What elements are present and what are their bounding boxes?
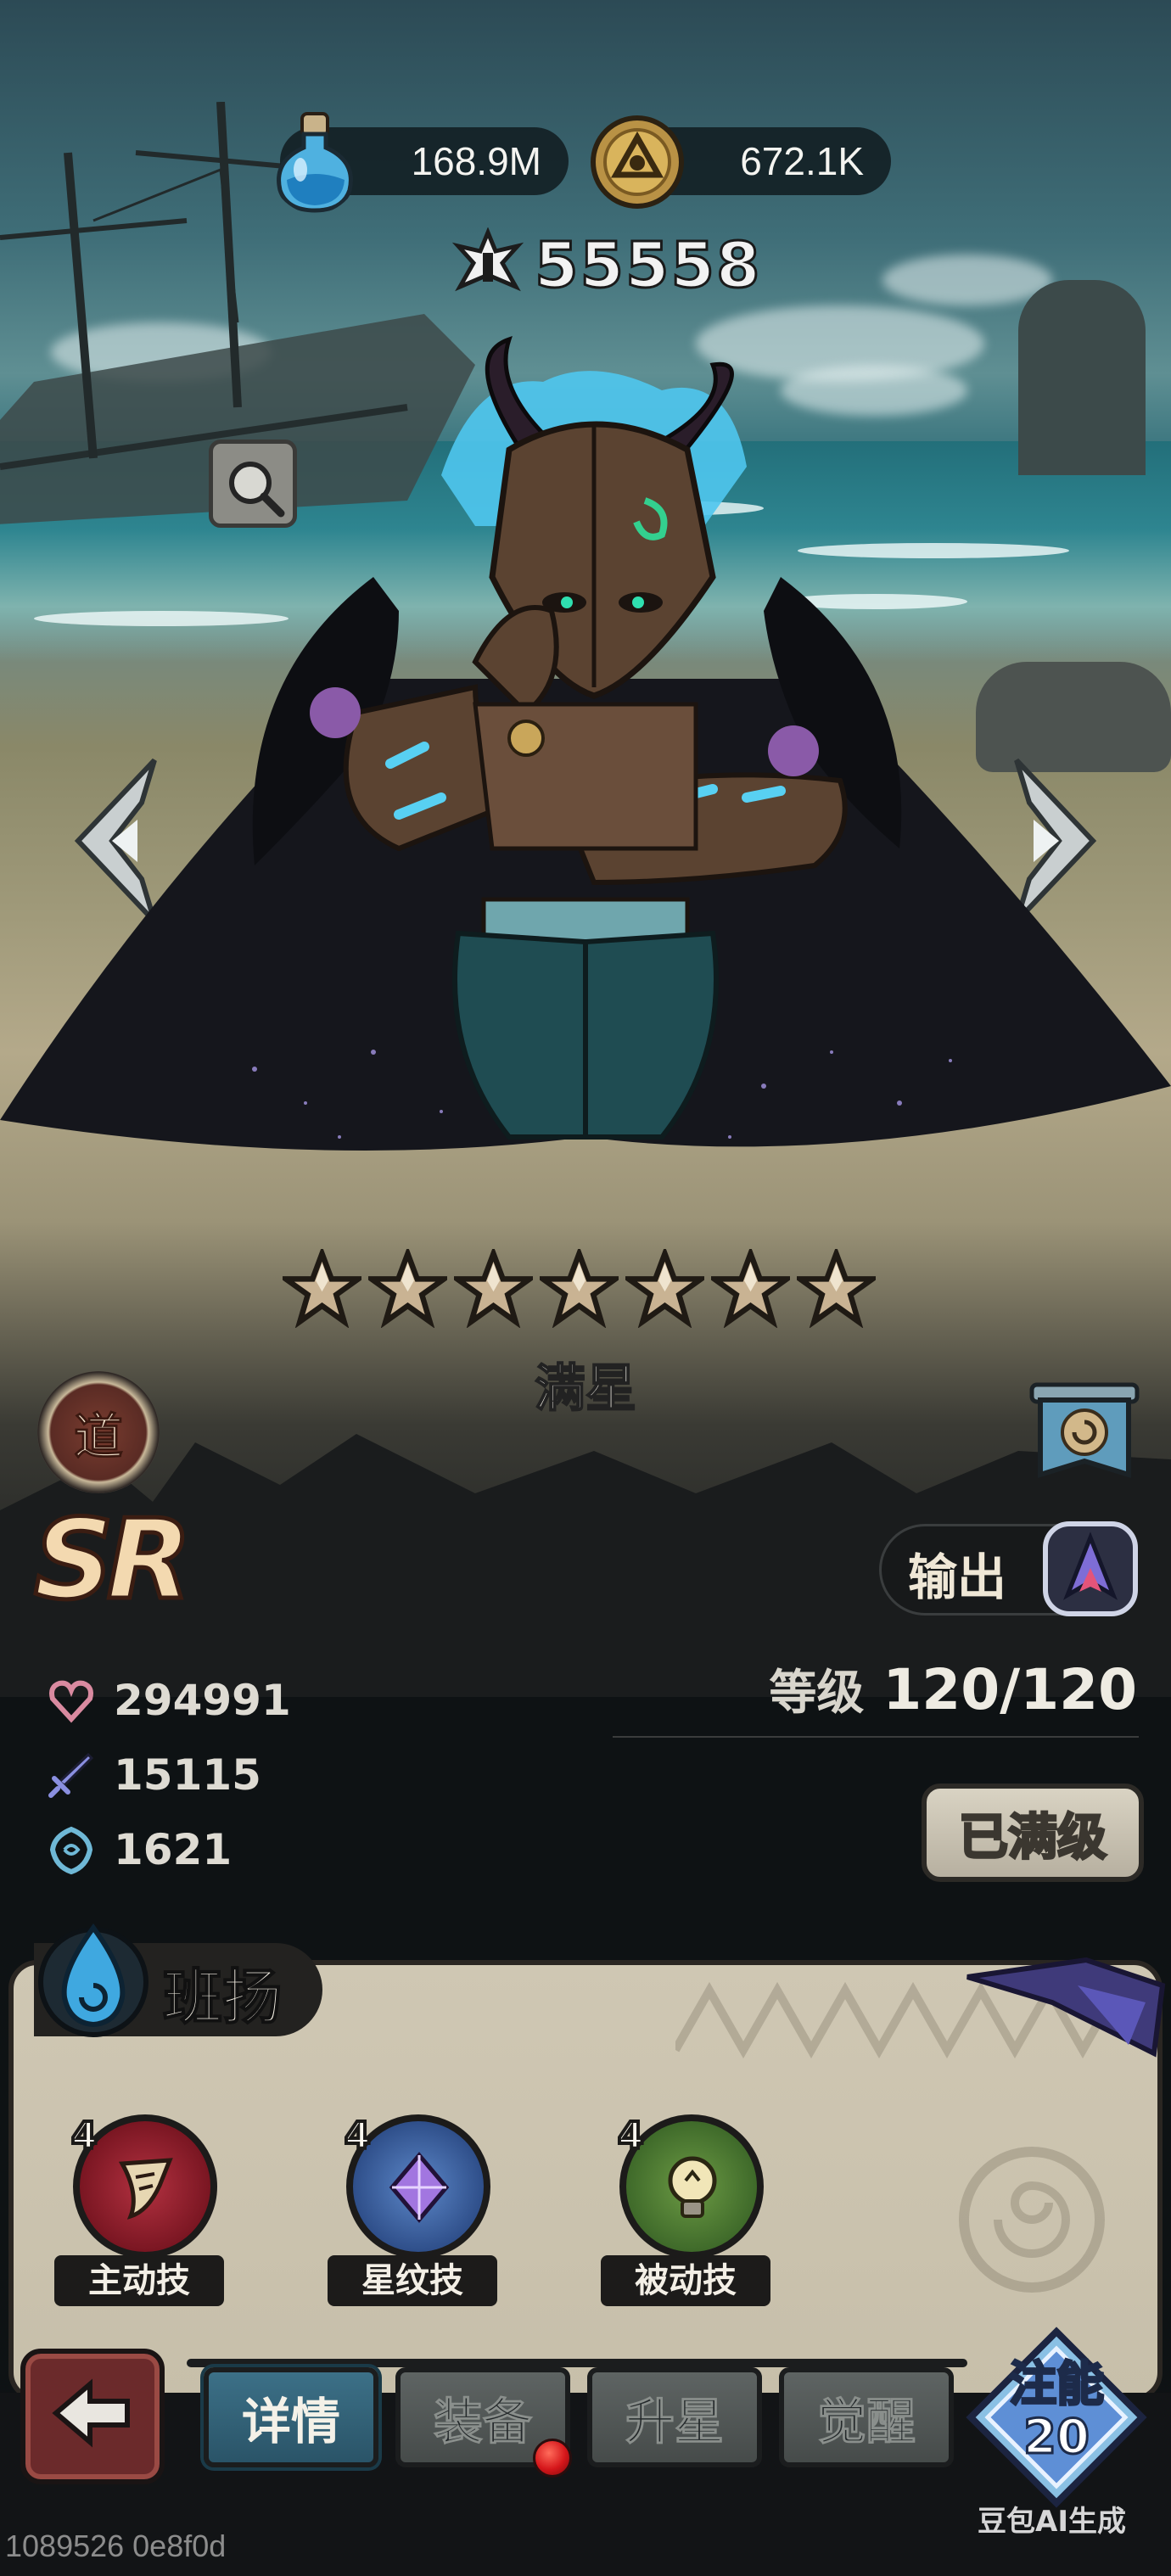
hp-value: 294991 xyxy=(114,1676,291,1725)
back-button[interactable] xyxy=(20,2349,165,2484)
gold-coin-icon xyxy=(591,115,684,209)
crystal-corner-ornament xyxy=(966,1957,1166,2058)
infuse-count: 20 xyxy=(1023,2410,1091,2465)
path-badge[interactable]: 道 xyxy=(37,1371,160,1493)
tab-details[interactable]: 详情 xyxy=(204,2367,378,2467)
tab-rail xyxy=(187,2359,967,2367)
stats-divider xyxy=(613,1736,1139,1738)
skill-passive[interactable]: 4 被动技 xyxy=(594,2113,772,2310)
coin-value: 672.1K xyxy=(740,139,864,183)
role-label: 输出 xyxy=(908,1548,1007,1606)
swirl-emblem xyxy=(959,2147,1105,2293)
faction-name: 班扬 xyxy=(162,1962,283,2033)
claw-icon xyxy=(118,2158,173,2220)
blue-potion-icon xyxy=(277,112,353,213)
skill-starmark[interactable]: 4 星纹技 xyxy=(321,2113,499,2310)
power-value: 55558 xyxy=(533,228,762,304)
star-icon xyxy=(454,1249,533,1328)
lightbulb-icon xyxy=(668,2156,717,2218)
hero-level: 等级 120/120 xyxy=(769,1655,1137,1723)
faction-banner-icon[interactable] xyxy=(1028,1380,1140,1490)
skill-active-label: 主动技 xyxy=(54,2255,224,2306)
build-id-text: 1089526 0e8f0d xyxy=(5,2528,227,2563)
skill-active[interactable]: 4 主动技 xyxy=(48,2113,226,2310)
star-icon xyxy=(711,1249,790,1328)
power-icon xyxy=(451,227,524,292)
damage-role-icon xyxy=(1043,1521,1138,1616)
infuse-label: 注能 20 xyxy=(976,2357,1137,2465)
defense-value: 1621 xyxy=(114,1825,233,1874)
skill-passive-level: 4 xyxy=(616,2113,646,2159)
water-drop-icon xyxy=(38,1923,148,2037)
path-badge-text: 道 xyxy=(73,1408,123,1466)
attack-value: 15115 xyxy=(114,1750,261,1800)
combat-power: 55558 xyxy=(450,227,761,304)
max-level-button[interactable]: 已满级 xyxy=(922,1784,1144,1882)
star-icon xyxy=(368,1249,447,1328)
hero-character-illustration xyxy=(0,336,1171,1151)
skill-starmark-label: 星纹技 xyxy=(328,2255,497,2306)
stat-hp: 294991 xyxy=(46,1675,291,1726)
tab-awaken[interactable]: 觉醒 xyxy=(779,2367,954,2467)
shield-defense-icon xyxy=(49,1826,93,1875)
notification-dot xyxy=(533,2439,572,2478)
sword-attack-icon xyxy=(48,1752,94,1798)
stat-attack: 15115 xyxy=(46,1750,261,1800)
star-icon xyxy=(540,1249,619,1328)
star-icon xyxy=(625,1249,704,1328)
skill-active-level: 4 xyxy=(70,2113,99,2159)
full-star-label: 满星 xyxy=(534,1358,637,1420)
ai-watermark: 豆包AI生成 xyxy=(978,2505,1126,2539)
crystal-icon xyxy=(389,2152,450,2223)
level-value: 120/120 xyxy=(882,1657,1137,1722)
skill-passive-label: 被动技 xyxy=(601,2255,770,2306)
level-label: 等级 xyxy=(769,1666,865,1721)
rarity-badge: SR xyxy=(32,1493,194,1627)
heart-hp-icon xyxy=(49,1680,93,1723)
potion-value: 168.9M xyxy=(411,139,541,183)
stat-defense: 1621 xyxy=(46,1824,232,1875)
hero-star-rating xyxy=(283,1249,876,1328)
tab-star-up[interactable]: 升星 xyxy=(587,2367,762,2467)
infuse-title: 注能 xyxy=(1008,2357,1106,2412)
star-icon xyxy=(797,1249,876,1328)
back-arrow-icon xyxy=(52,2378,130,2448)
skill-starmark-level: 4 xyxy=(343,2113,373,2159)
star-icon xyxy=(283,1249,361,1328)
